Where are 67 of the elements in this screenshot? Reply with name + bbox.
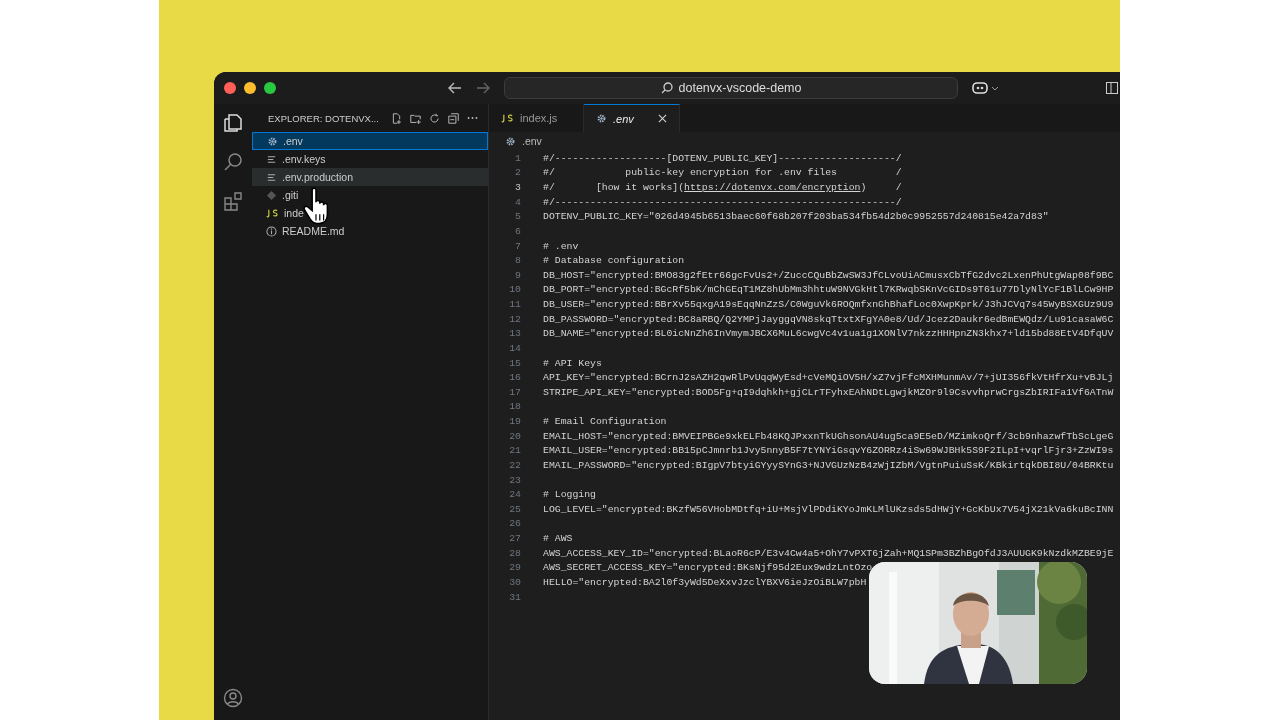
code-line: API_KEY="encrypted:BCrnJ2sAZH2qwRlPvUqqWyEsd+cVeMQiOV5H/xZ7vjFfcMXHMunmAv/7+jUI356fkVtHfrXu+vBJLj	[543, 372, 1114, 384]
code-line: HELLO="encrypted:BA2l0f3yWd5DeXxvJzclYBXV6ieJzOiBLW7pbH	[543, 576, 867, 588]
line-number: 19	[508, 416, 521, 428]
code-line: #/----------------------------------------------------------/	[543, 196, 902, 208]
line-number: 31	[508, 591, 521, 603]
command-search-field[interactable]: dotenvx-vscode-demo	[504, 77, 958, 99]
line-number: 10	[508, 284, 521, 296]
line-number: 29	[508, 562, 521, 574]
file-item[interactable]: README.md	[252, 222, 488, 240]
code-link[interactable]: https://dotenvx.com/encryption	[684, 182, 861, 194]
line-number: 17	[508, 386, 521, 398]
code-line: #/-------------------[DOTENV_PUBLIC_KEY]--------------------/	[543, 152, 902, 164]
code-line: AWS_ACCESS_KEY_ID="encrypted:BLaoR6cP/E3v4Cw4a5+OhY7vPXT6jZah+MQ1SPm3BZhBgOfdJ3AUUGK9kNzdkMZBE9jE	[543, 547, 1114, 559]
line-number: 25	[508, 503, 521, 515]
line-number: 6	[514, 225, 521, 237]
line-number: 26	[508, 518, 521, 530]
code-line: # Logging	[543, 489, 596, 501]
line-number: 5	[514, 211, 521, 223]
line-number: 11	[508, 299, 521, 311]
file-item[interactable]: .env	[252, 132, 488, 150]
code-line: # API Keys	[543, 357, 602, 369]
code-line: # AWS	[543, 533, 573, 545]
code-line: DB_PORT="encrypted:BGcRf5bK/mChGEqT1MZ8hUbMm3hhtuW9NVGkHtl7KRwqbSKnVcGIDs9T61u77DlyNlYcF1BlLCw9HP	[543, 284, 1114, 296]
code-line: EMAIL_HOST="encrypted:BMVEIPBGe9xkELFb48KQJPxxnTkUGhsonAU4ug5ca9E5eD/MZimkoQrf/3cb9nhazwfTbScLgeG	[543, 430, 1114, 442]
file-item[interactable]: .giti	[252, 186, 488, 204]
line-number: 22	[508, 459, 521, 471]
line-number: 15	[508, 357, 521, 369]
code-line: STRIPE_API_KEY="encrypted:BOD5Fg+qI9dqhkh+gjCLrTFyhxEAhNDtLgwjkMZOr9l9CsvvhprwCrgsZbIRIFa1Vf6ATnW	[543, 386, 1114, 398]
line-number: 28	[508, 547, 521, 559]
line-number: 23	[508, 474, 521, 486]
line-number: 14	[508, 342, 521, 354]
line-number: 8	[514, 255, 521, 267]
line-number: 12	[508, 313, 521, 325]
line-number: 7	[514, 240, 521, 252]
line-number: 21	[508, 445, 521, 457]
line-number: 16	[508, 372, 521, 384]
file-item[interactable]: .env.production	[252, 168, 488, 186]
code-line: # .env	[543, 240, 579, 252]
line-number: 27	[508, 533, 521, 545]
code-line: DB_USER="encrypted:BBrXv55qxgA19sEqqNnZzS/C0WguVk6ROQmfxnGhBhafLoc0XwpKprk/J3hJCVq7s45WyBSXGUz9U9	[543, 299, 1114, 311]
editor-tab[interactable]: .env	[584, 104, 680, 132]
code-line: DB_HOST="encrypted:BMO83g2fEtr66gcFvUs2+/ZuccCQuBbZwSW3JfCLvoUiACmusxCbTfG2dvc2LxenPhUtgWap08f9BC	[543, 269, 1114, 281]
line-number: 3	[514, 182, 521, 194]
code-line: #/ [how it works](https://dotenvx.com/encryption) /	[543, 182, 902, 194]
code-line: DOTENV_PUBLIC_KEY="026d4945b6513baec60f68b207f203ba534fb54d2b0c9952557d240815e42a7d83"	[543, 211, 1049, 223]
code-line: # Email Configuration	[543, 416, 667, 428]
code-line: DB_NAME="encrypted:BL0icNnZh6InVmymJBCX6MuL6cwgVc4v1ua1g1XONlV7nkzzHHHpnZN3khx7+ld15bd88EtV4DfqUV	[543, 328, 1114, 340]
line-number: 13	[508, 328, 521, 340]
code-line: # Database configuration	[543, 255, 685, 267]
file-item[interactable]: .env.keys	[252, 150, 488, 168]
line-number: 1	[514, 152, 521, 164]
code-line: AWS_SECRET_ACCESS_KEY="encrypted:BKsNjf95d2Eux9wdzLntOzo	[543, 562, 873, 574]
line-number: 9	[514, 269, 521, 281]
line-number: 18	[508, 401, 521, 413]
code-line: LOG_LEVEL="encrypted:BKzfW56VHobMDtfq+iU+MsjVlPDdiKYoJmKLMlUKzsds5dHWjY+GcKbUx7V54jX21kVa6kuBcINN	[543, 503, 1114, 515]
line-number: 24	[508, 489, 521, 501]
file-item[interactable]: inde	[252, 204, 488, 222]
code-line: #/ public-key encryption for .env files /	[543, 167, 902, 179]
line-number: 30	[508, 576, 521, 588]
line-number: 20	[508, 430, 521, 442]
line-number: 4	[514, 196, 521, 208]
code-line: EMAIL_PASSWORD="encrypted:BIgpV7btyiGYyySYnG3+NJVGUzNzB4zWjIZbM/VgtnPuiuSsK/KBkirtqkDBI8U/04BRKtu	[543, 459, 1114, 471]
code-line: DB_PASSWORD="encrypted:BC8aRBQ/Q2YMPjJayggqVN8skqTtxtXFgYA0e8/Ud/Jcez2Daukr6edBmEWQdz/Lu91casaW6C	[543, 313, 1114, 325]
code-line: EMAIL_USER="encrypted:BB15pCJmnrb1Jvy5nnyB5F7tYNYiGsqvY6ZORRz4iSw69WJBHk5S9F2ILpI+vqrlFjr3+ZzWI9s	[543, 445, 1114, 457]
line-number: 2	[514, 167, 521, 179]
explorer-title: EXPLORER: DOTENVX...	[268, 112, 379, 124]
breadcrumb[interactable]: .env	[522, 135, 542, 147]
